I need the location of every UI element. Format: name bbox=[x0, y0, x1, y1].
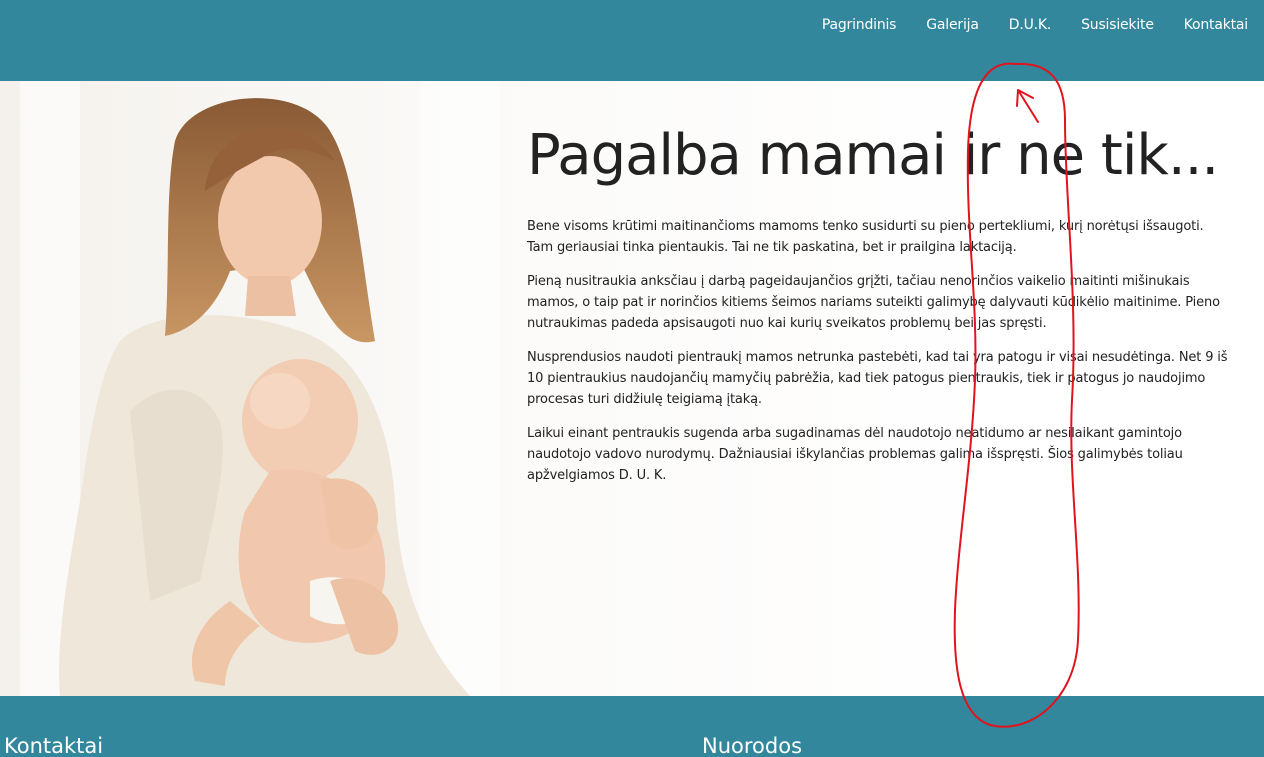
nav-link-contacts[interactable]: Kontaktai bbox=[1184, 17, 1248, 33]
paragraph: Laikui einant pentraukis sugenda arba su… bbox=[527, 426, 1183, 483]
top-navigation-bar: Pagrindinis Galerija D.U.K. Susisiekite … bbox=[0, 0, 1264, 81]
footer: Kontaktai Nuorodos bbox=[0, 696, 1264, 757]
hero-section: Pagalba mamai ir ne tik... Bene visoms k… bbox=[0, 81, 1264, 696]
paragraph: Nusprendusios naudoti pientraukį mamos n… bbox=[527, 350, 1228, 407]
paragraph: Bene visoms krūtimi maitinančioms mamoms… bbox=[527, 219, 1204, 255]
footer-contacts-heading: Kontaktai bbox=[4, 734, 104, 757]
nav-link-faq[interactable]: D.U.K. bbox=[1009, 17, 1052, 33]
nav-link-contact-us[interactable]: Susisiekite bbox=[1081, 17, 1154, 33]
paragraph: Pieną nusitraukia anksčiau į darbą pagei… bbox=[527, 274, 1220, 331]
intro-text: Bene visoms krūtimi maitinančioms mamoms… bbox=[527, 216, 1229, 499]
nav-link-home[interactable]: Pagrindinis bbox=[822, 17, 897, 33]
page-title: Pagalba mamai ir ne tik... bbox=[527, 123, 1219, 188]
footer-links-heading: Nuorodos bbox=[702, 734, 803, 757]
nav-link-gallery[interactable]: Galerija bbox=[926, 17, 979, 33]
main-nav: Pagrindinis Galerija D.U.K. Susisiekite … bbox=[822, 17, 1248, 33]
